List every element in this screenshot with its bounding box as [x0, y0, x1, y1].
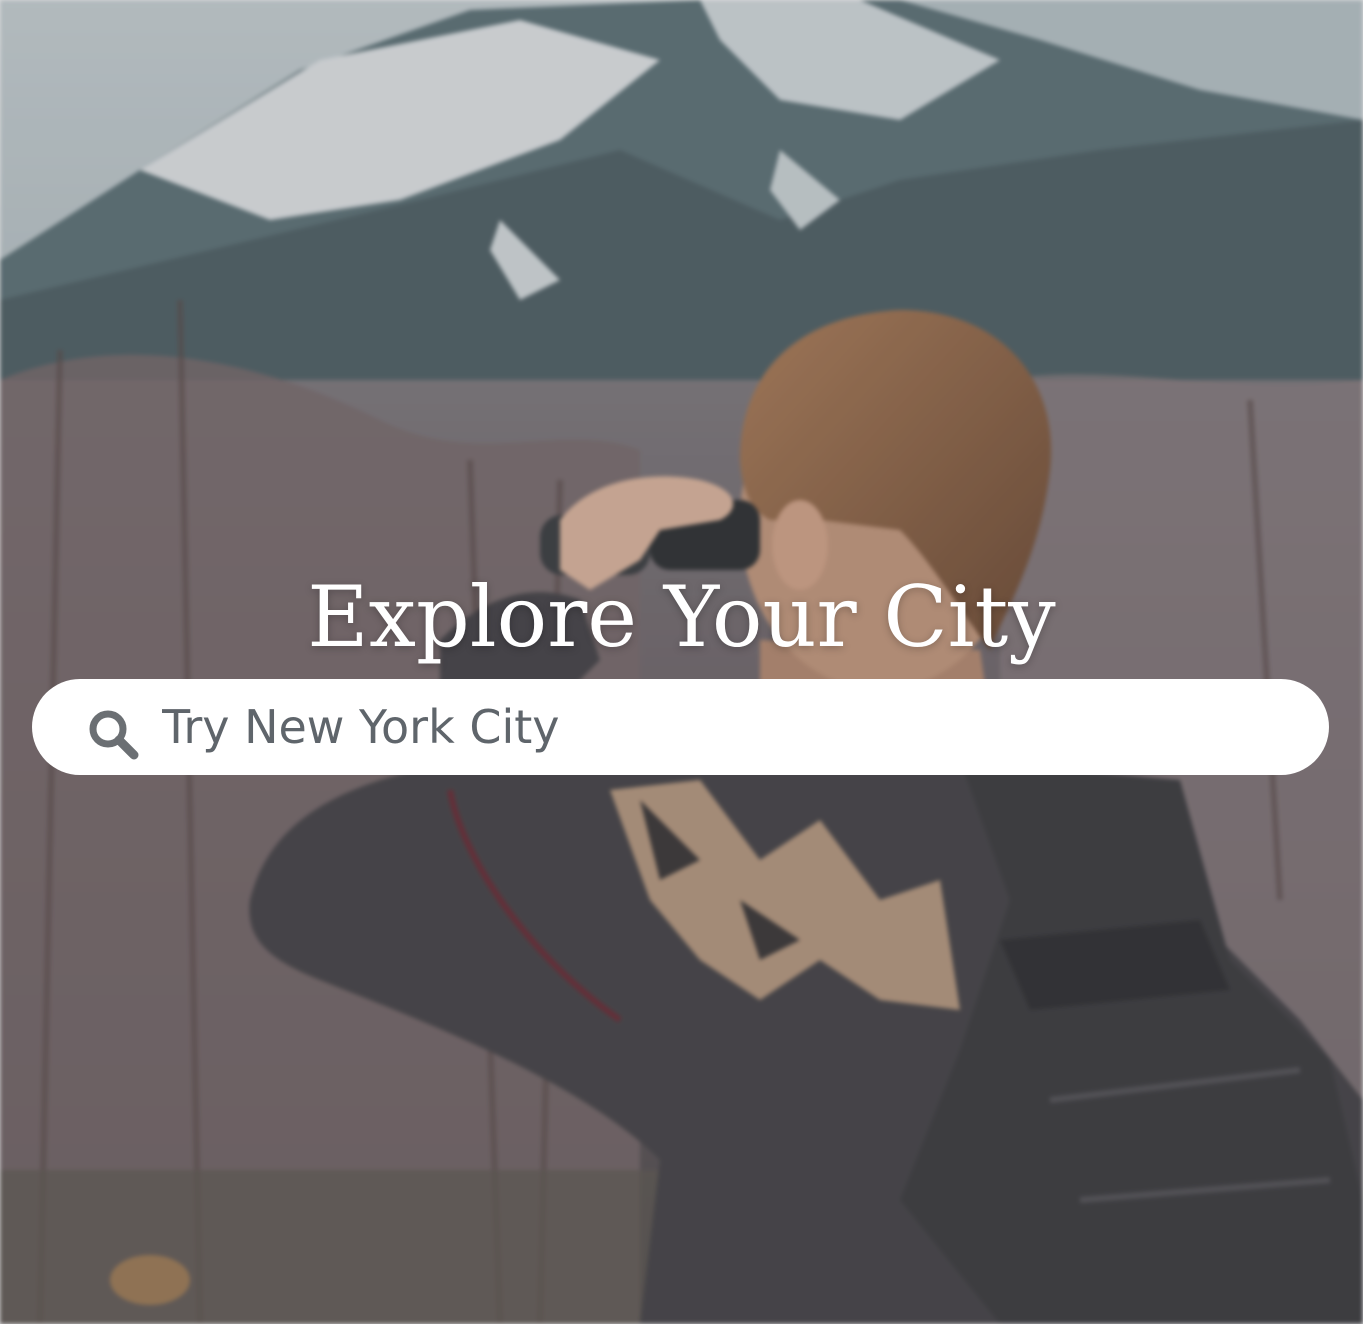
- search-bar[interactable]: [32, 679, 1329, 775]
- search-input[interactable]: [162, 695, 1292, 759]
- page-title: Explore Your City: [307, 568, 1056, 666]
- search-icon[interactable]: [86, 707, 142, 763]
